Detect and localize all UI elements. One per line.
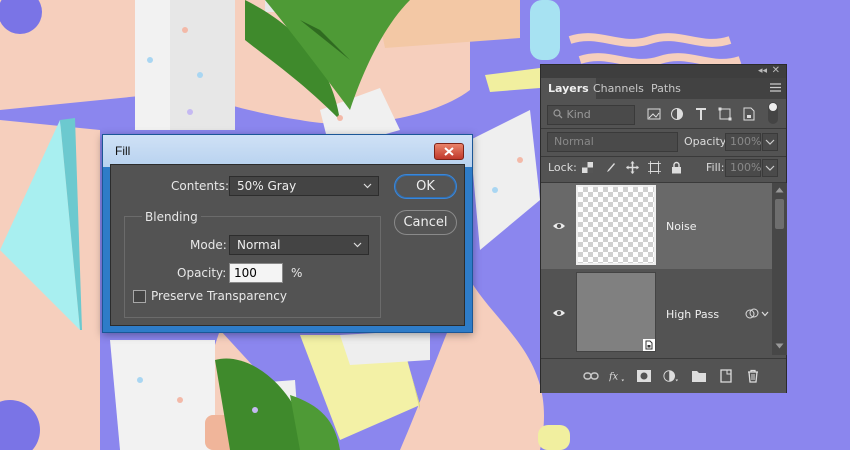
- mode-label: Mode:: [190, 238, 227, 252]
- layer-fill-dropdown[interactable]: [762, 159, 778, 177]
- cancel-button[interactable]: Cancel: [394, 210, 457, 235]
- panel-footer: fx: [541, 358, 786, 393]
- new-layer-icon[interactable]: [718, 369, 734, 383]
- layer-name: High Pass: [666, 308, 720, 321]
- blend-mode-select[interactable]: Normal: [547, 132, 678, 152]
- layer-style-fx-icon[interactable]: fx: [609, 369, 625, 383]
- panel-header-strip[interactable]: ◂◂ ✕: [541, 65, 786, 78]
- lock-transparent-pixels-icon[interactable]: [581, 161, 594, 174]
- scroll-down-icon[interactable]: [775, 343, 784, 349]
- new-group-folder-icon[interactable]: [691, 369, 707, 383]
- layer-opacity-dropdown[interactable]: [762, 133, 778, 151]
- lock-image-pixels-icon[interactable]: [604, 161, 617, 174]
- svg-text:fx: fx: [609, 372, 619, 383]
- preserve-transparency-checkbox[interactable]: [133, 290, 146, 303]
- close-icon: [444, 147, 454, 156]
- lock-position-icon[interactable]: [626, 161, 639, 174]
- layer-name: Noise: [666, 220, 697, 233]
- new-adjustment-layer-icon[interactable]: [663, 369, 679, 383]
- panel-menu-icon[interactable]: [770, 83, 781, 92]
- panel-tabs: Layers Channels Paths: [541, 78, 786, 99]
- divider: [541, 156, 786, 157]
- scroll-thumb[interactable]: [775, 199, 784, 229]
- opacity-input[interactable]: 100: [229, 263, 283, 283]
- layer-thumbnail: [576, 185, 656, 265]
- layer-fill-value: 100%: [730, 161, 762, 174]
- shape-filter-icon[interactable]: [717, 106, 733, 122]
- mode-select[interactable]: Normal: [229, 235, 369, 255]
- layer-thumbnail: [576, 272, 656, 352]
- contents-label: Contents:: [171, 179, 230, 193]
- scroll-up-icon[interactable]: [775, 187, 784, 193]
- collapse-icon[interactable]: ◂◂: [758, 66, 767, 76]
- opacity-value: 100: [234, 266, 257, 280]
- image-filter-icon[interactable]: [646, 106, 662, 122]
- close-icon[interactable]: ✕: [772, 65, 780, 76]
- smart-object-filter-icon[interactable]: [741, 106, 757, 122]
- chevron-down-icon: [765, 139, 775, 145]
- tab-channels[interactable]: Channels: [586, 78, 651, 99]
- layer-row-noise[interactable]: Noise: [541, 183, 772, 269]
- lock-all-icon[interactable]: [670, 161, 683, 174]
- layer-list: Noise High Pass: [541, 183, 772, 355]
- opacity-unit: %: [291, 266, 303, 280]
- fill-label: Fill:: [706, 161, 725, 174]
- blending-legend: Blending: [142, 210, 201, 224]
- filter-kind-select[interactable]: Kind: [547, 105, 635, 125]
- chevron-down-icon: [765, 165, 775, 171]
- lock-artboard-icon[interactable]: [648, 161, 661, 174]
- chevron-down-icon: [363, 183, 372, 189]
- blend-mode-value: Normal: [554, 135, 594, 148]
- layer-opacity-input[interactable]: 100%: [725, 133, 761, 151]
- layers-panel: ◂◂ ✕ Layers Channels Paths Kind Normal O…: [540, 64, 787, 393]
- chevron-down-icon: [353, 242, 362, 248]
- layer-fill-input[interactable]: 100%: [725, 159, 761, 177]
- trash-icon[interactable]: [745, 369, 761, 383]
- toggle-dot: [769, 103, 777, 111]
- eye-icon[interactable]: [552, 308, 566, 318]
- mode-value: Normal: [237, 238, 281, 252]
- preserve-transparency-label[interactable]: Preserve Transparency: [151, 289, 287, 303]
- layer-row-high-pass[interactable]: High Pass: [541, 270, 772, 355]
- fill-dialog: Fill Contents: 50% Gray Blending Mode: N…: [102, 134, 473, 333]
- ok-button[interactable]: OK: [394, 174, 457, 199]
- chevron-down-icon[interactable]: [761, 311, 769, 317]
- layer-opacity-value: 100%: [730, 135, 762, 148]
- type-filter-icon[interactable]: [693, 106, 709, 122]
- smart-filter-icon[interactable]: [745, 307, 759, 321]
- contents-value: 50% Gray: [237, 179, 297, 193]
- add-mask-icon[interactable]: [636, 369, 652, 383]
- eye-icon[interactable]: [552, 221, 566, 231]
- lock-label: Lock:: [548, 161, 577, 174]
- filter-toggle[interactable]: [768, 102, 778, 124]
- opacity-label: Opacity:: [177, 266, 227, 280]
- dialog-body: Contents: 50% Gray Blending Mode: Normal…: [110, 164, 465, 326]
- link-layers-icon[interactable]: [583, 369, 599, 383]
- dialog-title: Fill: [115, 144, 131, 158]
- smart-object-badge-icon: [643, 339, 655, 351]
- filter-kind-value: Kind: [566, 108, 591, 121]
- tab-paths[interactable]: Paths: [644, 78, 688, 99]
- contents-select[interactable]: 50% Gray: [229, 176, 379, 196]
- search-icon: [553, 109, 563, 119]
- layer-opacity-label: Opacity:: [684, 135, 730, 148]
- dialog-titlebar[interactable]: Fill: [103, 135, 472, 167]
- layer-list-scrollbar[interactable]: [772, 183, 787, 355]
- divider: [541, 128, 786, 129]
- dialog-close-button[interactable]: [434, 143, 464, 160]
- adjustment-filter-icon[interactable]: [669, 106, 685, 122]
